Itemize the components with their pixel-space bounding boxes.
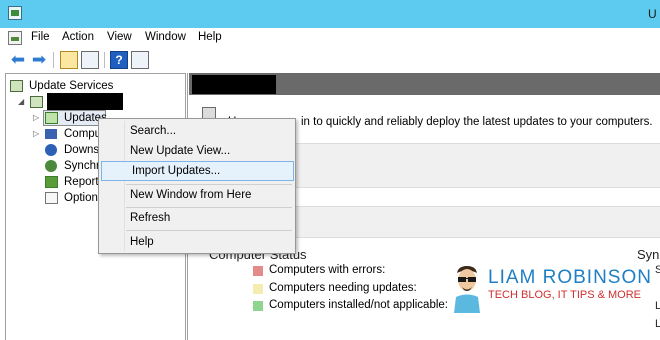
status-label: Computers installed/not applicable: <box>269 299 448 311</box>
tree-server[interactable]: ◢ <box>18 93 128 110</box>
menu-view[interactable]: View <box>107 31 132 43</box>
menu-action[interactable]: Action <box>62 31 94 43</box>
status-label: Computers needing updates: <box>269 282 417 294</box>
tree-item-label: Compu <box>64 128 102 140</box>
computers-icon <box>45 129 57 139</box>
expand-icon[interactable]: ▷ <box>33 126 43 142</box>
help-icon[interactable]: ? <box>110 51 128 69</box>
downstream-servers-icon <box>45 144 57 156</box>
menu-item-help[interactable]: Help <box>99 232 295 252</box>
intro-text: in to quickly and reliably deploy the la… <box>301 116 653 128</box>
menu-bar: File Action View Window Help <box>0 28 660 48</box>
status-swatch <box>253 284 263 294</box>
title-bar: U <box>0 0 660 28</box>
synchronizations-icon <box>45 160 57 172</box>
menu-item-new-update-view[interactable]: New Update View... <box>99 141 295 161</box>
status-swatch <box>253 301 263 311</box>
collapse-icon[interactable]: ◢ <box>18 94 28 110</box>
tree-item-label: Synchr <box>64 160 100 172</box>
toolbar-separator <box>104 52 105 68</box>
reports-icon <box>45 176 58 188</box>
back-arrow-icon[interactable]: ⬅ <box>9 51 27 69</box>
toolbar: ⬅ ➡ ? <box>0 48 660 72</box>
watermark-name: LIAM ROBINSON <box>488 267 652 288</box>
toolbar-separator <box>53 52 54 68</box>
menu-file[interactable]: File <box>31 31 50 43</box>
tree-root-label: Update Services <box>29 80 114 92</box>
window-title: U <box>648 7 657 21</box>
properties-icon[interactable] <box>131 51 149 69</box>
update-services-icon <box>10 80 23 92</box>
menu-item-new-window[interactable]: New Window from Here <box>99 185 295 205</box>
menu-window[interactable]: Window <box>145 31 186 43</box>
updates-icon <box>45 112 58 124</box>
sync-detail-label: L <box>655 300 660 312</box>
up-folder-icon[interactable] <box>60 51 78 69</box>
app-icon <box>8 6 22 20</box>
menu-item-import-updates[interactable]: Import Updates... <box>101 161 294 181</box>
avatar <box>454 266 480 313</box>
status-swatch <box>253 266 263 276</box>
system-menu-icon[interactable] <box>8 31 22 45</box>
sync-detail-label: S <box>655 264 660 276</box>
menu-item-search[interactable]: Search... <box>99 121 295 141</box>
watermark-tagline: TECH BLOG, IT TIPS & MORE <box>488 289 642 301</box>
sync-detail-label: L <box>655 318 660 330</box>
forward-arrow-icon[interactable]: ➡ <box>30 51 48 69</box>
menu-separator <box>126 230 292 231</box>
tree-item-label: Downs <box>64 144 100 156</box>
synchronization-heading: Sync <box>637 247 660 262</box>
options-icon <box>45 192 58 204</box>
menu-help[interactable]: Help <box>198 31 222 43</box>
server-icon <box>30 96 43 108</box>
pane-header <box>189 73 660 95</box>
redacted-server-name <box>47 93 123 110</box>
tree-item-label: Option <box>64 192 98 204</box>
menu-item-refresh[interactable]: Refresh <box>99 208 295 228</box>
context-menu: Search... New Update View... Import Upda… <box>98 118 296 254</box>
watermark: LIAM ROBINSON TECH BLOG, IT TIPS & MORE <box>450 263 652 318</box>
show-hide-tree-icon[interactable] <box>81 51 99 69</box>
redacted-header-title <box>192 75 276 94</box>
expand-icon[interactable]: ▷ <box>33 110 43 126</box>
status-label: Computers with errors: <box>269 264 386 276</box>
